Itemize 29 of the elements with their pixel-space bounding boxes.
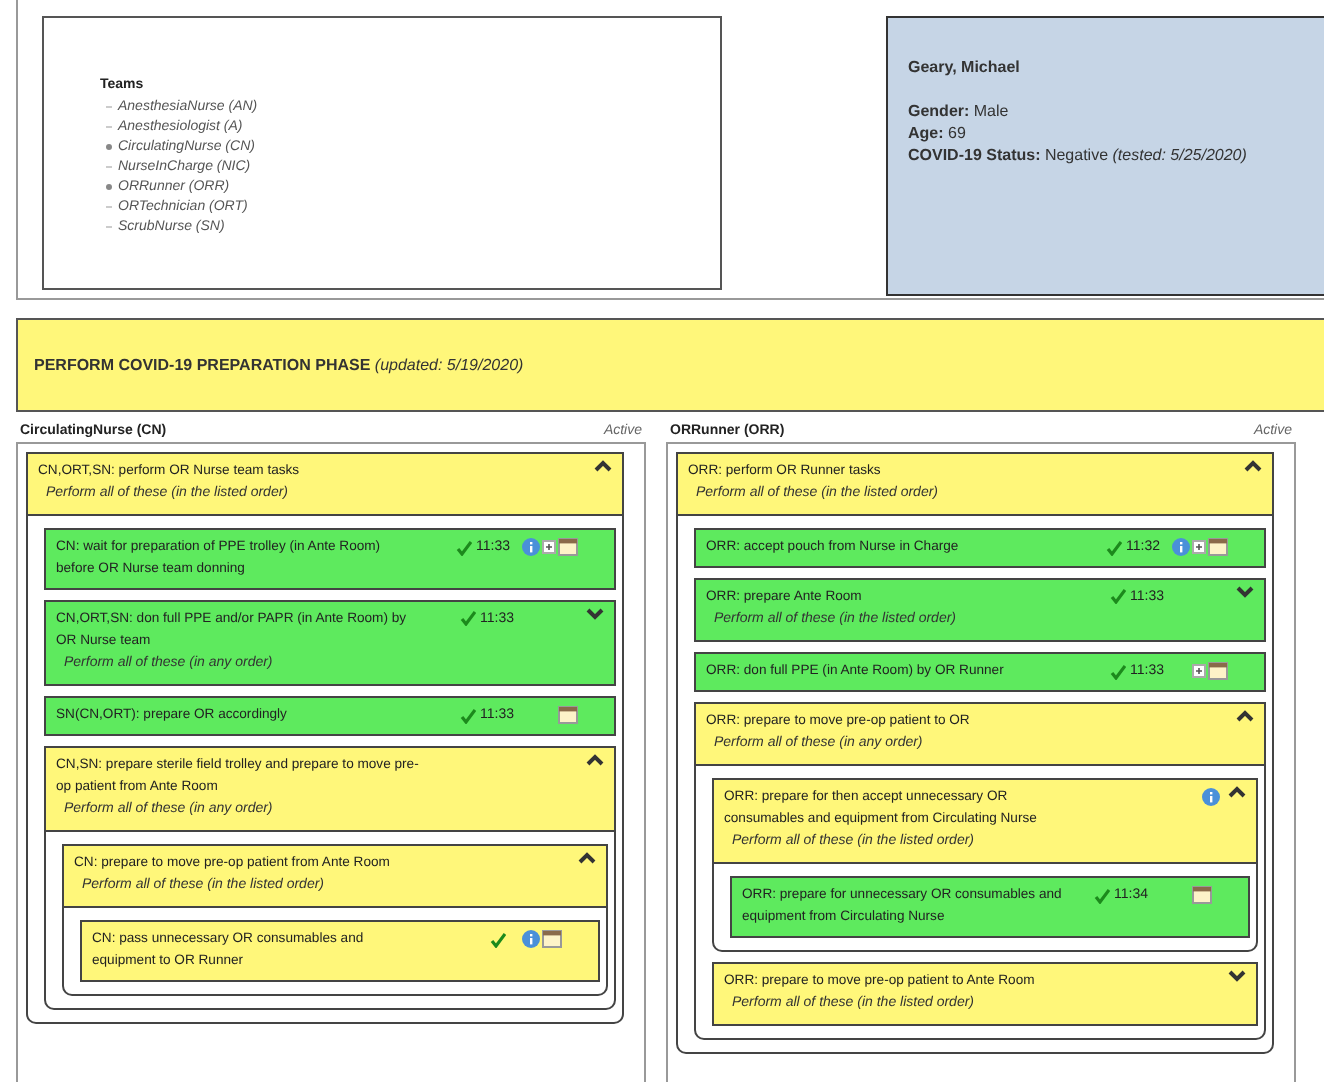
collapse-button[interactable] — [1244, 460, 1264, 476]
collapse-button[interactable] — [586, 754, 606, 770]
patient-field: COVID-19 Status: Negative (tested: 5/25/2020) — [908, 144, 1304, 166]
info-icon[interactable] — [1172, 538, 1190, 556]
calendar-icon[interactable] — [1208, 662, 1228, 680]
collapse-button[interactable] — [1228, 786, 1248, 802]
collapse-button[interactable] — [1236, 710, 1256, 726]
plus-icon[interactable] — [1192, 664, 1206, 678]
expand-button[interactable] — [1228, 970, 1248, 986]
plus-icon[interactable] — [542, 540, 556, 554]
team-checkbox[interactable] — [106, 183, 112, 189]
plus-icon[interactable] — [1192, 540, 1206, 554]
calendar-icon[interactable] — [542, 930, 562, 948]
calendar-icon[interactable] — [1192, 886, 1212, 904]
calendar-icon[interactable] — [558, 706, 578, 724]
expand-button[interactable] — [1236, 586, 1256, 602]
patient-field: Gender: Male — [908, 100, 1304, 122]
collapse-button[interactable] — [578, 852, 598, 868]
phase-title: PERFORM COVID-19 PREPARATION PHASE (updated: 5/19/2020) — [34, 356, 524, 374]
patient-field: Age: 69 — [908, 122, 1304, 144]
info-icon[interactable] — [522, 538, 540, 556]
team-checkbox[interactable] — [106, 143, 112, 149]
calendar-icon[interactable] — [558, 538, 578, 556]
info-icon[interactable] — [522, 930, 540, 948]
calendar-icon[interactable] — [1208, 538, 1228, 556]
expand-button[interactable] — [586, 608, 606, 624]
collapse-button[interactable] — [594, 460, 614, 476]
patient-name: Geary, Michael — [908, 58, 1022, 76]
info-icon[interactable] — [1202, 788, 1220, 806]
